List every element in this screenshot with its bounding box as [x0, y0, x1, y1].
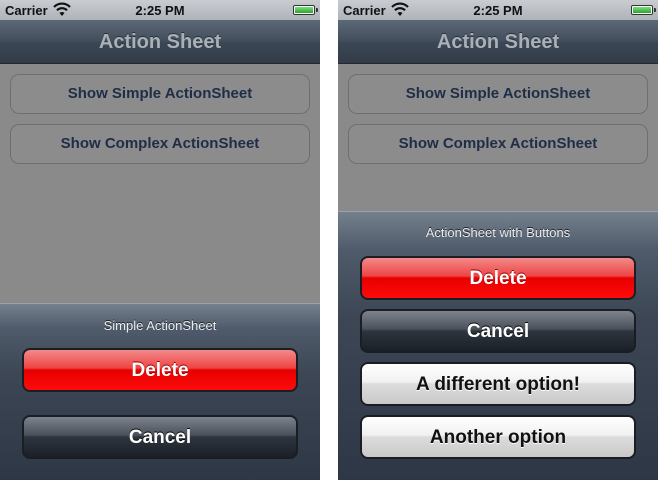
status-bar: Carrier 2:25 PM [0, 0, 320, 20]
battery-icon [631, 5, 656, 15]
simple-action-sheet: Simple ActionSheet Delete Cancel [0, 303, 320, 480]
delete-button[interactable]: Delete [360, 256, 636, 300]
cancel-button[interactable]: Cancel [360, 309, 636, 353]
cancel-button[interactable]: Cancel [22, 415, 298, 459]
show-complex-actionsheet-button[interactable]: Show Complex ActionSheet [348, 124, 648, 164]
delete-button[interactable]: Delete [22, 348, 298, 392]
show-simple-actionsheet-button[interactable]: Show Simple ActionSheet [10, 74, 310, 114]
status-time: 2:25 PM [135, 3, 185, 18]
status-time: 2:25 PM [473, 3, 523, 18]
nav-title: Action Sheet [98, 31, 222, 53]
nav-title: Action Sheet [436, 31, 560, 53]
show-complex-actionsheet-button[interactable]: Show Complex ActionSheet [10, 124, 310, 164]
action-sheet-title: ActionSheet with Buttons [425, 225, 571, 240]
action-sheet-title: Simple ActionSheet [103, 318, 217, 333]
phone-screen-complex: Carrier 2:25 PM Action Sheet Show Simple… [338, 0, 658, 480]
show-simple-actionsheet-button[interactable]: Show Simple ActionSheet [348, 74, 648, 114]
complex-action-sheet: ActionSheet with Buttons Delete Cancel A… [338, 211, 658, 480]
navigation-bar: Action Sheet [0, 20, 320, 64]
navigation-bar: Action Sheet [338, 20, 658, 64]
another-option-button[interactable]: Another option [360, 415, 636, 459]
status-bar: Carrier 2:25 PM [338, 0, 658, 20]
phone-screen-simple: Carrier 2:25 PM Action Sheet Show Simple… [0, 0, 320, 480]
battery-icon [293, 5, 318, 15]
different-option-button[interactable]: A different option! [360, 362, 636, 406]
